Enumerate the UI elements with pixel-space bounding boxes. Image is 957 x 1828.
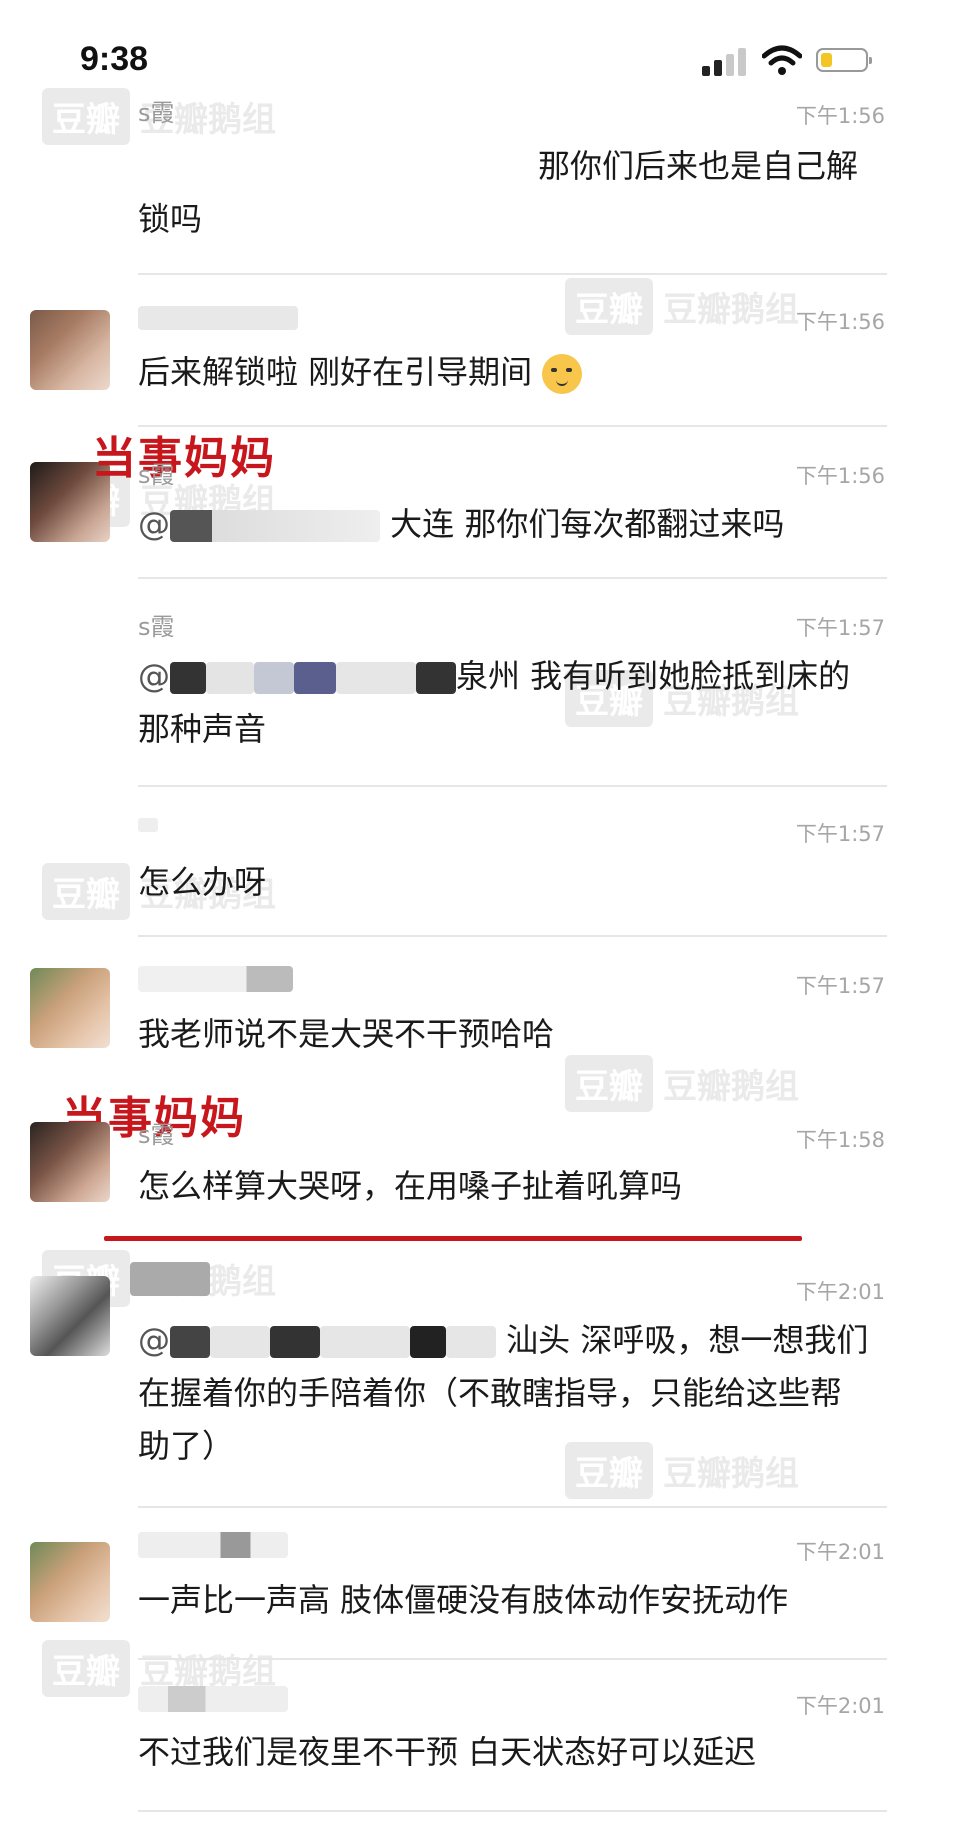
message-time: 下午1:56	[795, 104, 885, 128]
avatar[interactable]	[30, 968, 110, 1048]
avatar[interactable]	[30, 1276, 110, 1356]
message-time: 下午1:56	[795, 310, 885, 334]
message-divider	[138, 1810, 887, 1812]
message-time: 下午1:57	[795, 974, 885, 998]
mom-label: 当事妈妈	[92, 433, 276, 484]
message-time: 下午1:57	[795, 822, 885, 846]
avatar[interactable]	[30, 310, 110, 390]
sender-name: s霞	[138, 1121, 175, 1149]
sender-name: s霞	[138, 613, 175, 641]
message-divider	[138, 577, 887, 579]
message-time: 下午2:01	[795, 1280, 885, 1304]
avatar[interactable]	[30, 1542, 110, 1622]
message-time: 下午2:01	[795, 1540, 885, 1564]
message-time: 下午1:58	[795, 1128, 885, 1152]
message-text: 那你们后来也是自己解锁吗	[138, 147, 859, 238]
message-time: 下午2:01	[795, 1694, 885, 1718]
message-text: 怎么办呀	[138, 863, 267, 901]
message-time: 下午1:57	[795, 616, 885, 640]
highlight-underline	[104, 1236, 802, 1241]
message-text: @ 泉州 我有听到她脸抵到床的那种声音	[138, 657, 851, 748]
message-text: 一声比一声高 肢体僵硬没有肢体动作安抚动作	[138, 1581, 789, 1619]
message-text: 后来解锁啦 刚好在引导期间	[138, 346, 873, 399]
message-text: 不过我们是夜里不干预 白天状态好可以延迟	[138, 1733, 757, 1771]
status-time: 9:38	[80, 40, 149, 78]
wifi-icon	[762, 45, 802, 75]
sender-name-blurred	[138, 1532, 288, 1558]
sender-name-blurred	[138, 306, 298, 330]
sender-name-blurred	[130, 1262, 210, 1296]
message-divider	[138, 935, 887, 937]
message-text: 我老师说不是大哭不干预哈哈	[138, 1015, 555, 1053]
sender-name: s霞	[138, 461, 175, 489]
message-divider	[138, 1658, 887, 1660]
sender-name-blurred	[138, 1686, 288, 1712]
message-divider	[138, 1506, 887, 1508]
message-text: 怎么样算大哭呀，在用嗓子扯着吼算吗	[138, 1167, 683, 1205]
cat-emoji-icon	[542, 354, 583, 394]
message-text: @ 汕头 深呼吸，想一想我们在握着你的手陪着你（不敢瞎指导，只能给这些帮助了）	[138, 1321, 869, 1465]
message-text: @ 大连 那你们每次都翻过来吗	[138, 505, 785, 543]
sender-name: s霞	[138, 99, 175, 127]
sender-name-blurred	[138, 818, 158, 832]
battery-icon	[816, 48, 872, 72]
watermark: 豆瓣豆瓣鹅组	[565, 278, 799, 335]
status-bar: 9:38	[0, 0, 957, 110]
message-divider	[138, 273, 887, 275]
avatar[interactable]	[30, 1122, 110, 1202]
sender-name-blurred	[138, 966, 293, 992]
message-divider	[138, 785, 887, 787]
signal-icon	[702, 46, 750, 76]
message-time: 下午1:56	[795, 464, 885, 488]
watermark: 豆瓣豆瓣鹅组	[565, 1055, 799, 1112]
